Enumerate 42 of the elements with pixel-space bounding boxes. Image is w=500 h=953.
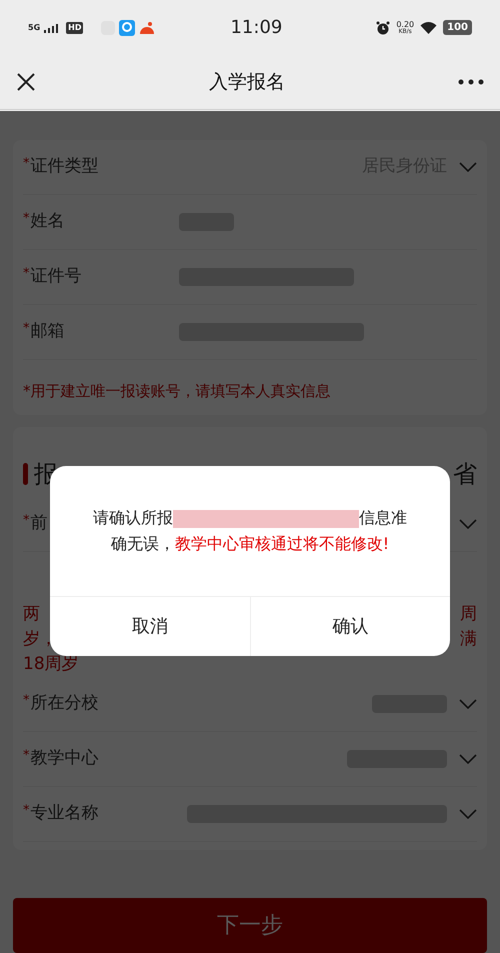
required-mark: * (23, 512, 30, 530)
field-label: 证件类型 (30, 155, 98, 178)
more-icon[interactable] (458, 79, 484, 85)
app-icon (119, 20, 136, 36)
required-mark: * (23, 746, 30, 765)
required-mark: * (23, 320, 30, 338)
chevron-down-icon (459, 754, 477, 764)
dialog-button[interactable]: 确认 (250, 597, 450, 656)
age-note: 两 (23, 602, 41, 626)
alarm-icon (376, 20, 390, 34)
field-label: 姓名 (30, 210, 64, 234)
age-note: 周 (460, 602, 477, 626)
required-mark: * (23, 155, 30, 174)
field-label: 专业名称 (30, 802, 98, 825)
chevron-down-icon (459, 808, 477, 818)
age-note: 满 (460, 628, 477, 650)
field-label: 教学中心 (30, 746, 98, 770)
speed-value: 0.20 (396, 20, 414, 28)
required-mark: * (23, 265, 30, 284)
section-marker (23, 462, 28, 484)
field-label: 邮箱 (30, 320, 64, 344)
field-label: 前 (30, 512, 48, 535)
chevron-down-icon (459, 518, 477, 528)
field-label: 证件号 (30, 265, 82, 288)
field-label: 所在分校 (30, 692, 98, 715)
app-icon (139, 20, 156, 36)
required-mark: * (23, 210, 30, 228)
network-label: 5G (28, 22, 40, 34)
battery-icon: 100 (443, 20, 472, 35)
chevron-down-icon (459, 698, 477, 708)
hd-badge: HD (66, 22, 84, 34)
signal-icon (44, 22, 58, 32)
required-mark: * (23, 692, 30, 710)
page-title: 入学报名 (208, 70, 286, 95)
wifi-icon (420, 21, 438, 34)
clock: 11:09 (230, 16, 282, 40)
dialog-message: 请确认所报 信息准确无误，教学中心审核通过将不能修改! (92, 507, 408, 555)
province-label: 省 (453, 458, 477, 490)
required-mark: * (23, 802, 30, 820)
close-icon[interactable] (16, 72, 36, 92)
chevron-down-icon (459, 162, 477, 172)
form-note: *用于建立唯一报读账号，请填写本人真实信息 (23, 381, 332, 402)
